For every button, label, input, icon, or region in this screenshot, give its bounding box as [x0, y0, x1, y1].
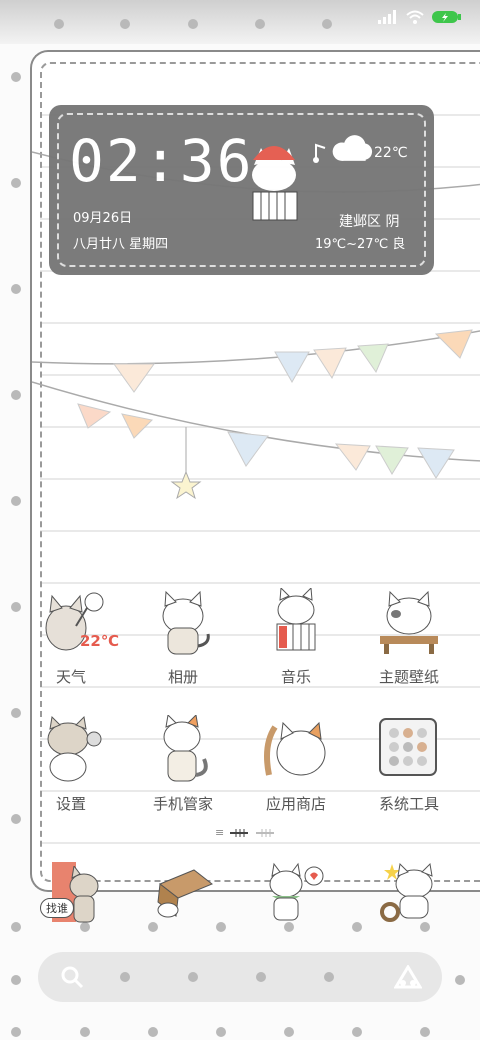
- app-label: 设置: [55, 795, 86, 813]
- cat-accordion-icon: [252, 146, 298, 221]
- app-gallery[interactable]: 相册: [128, 588, 238, 687]
- dock-contacts[interactable]: 找谁: [40, 862, 102, 926]
- cat-themes-icon: [380, 590, 438, 654]
- menu-lines-icon: ≡: [215, 826, 225, 839]
- search-bar[interactable]: [38, 952, 442, 1002]
- weather-temperature: 22℃: [374, 145, 408, 161]
- cat-box-icon: [157, 869, 213, 918]
- dock-camera[interactable]: [380, 862, 440, 926]
- app-themes[interactable]: 主题壁纸: [354, 588, 464, 687]
- weather-range: 19℃~27℃ 良: [315, 237, 406, 252]
- search-icon[interactable]: [60, 965, 84, 989]
- app-label: 主题壁纸: [378, 668, 439, 686]
- clock-weather-widget[interactable]: 02:36 09月26日 八月廿八 星期四 22℃ 建邺区 阴 19℃~27℃ …: [49, 105, 434, 275]
- app-weather[interactable]: 22℃ 天气: [16, 588, 126, 687]
- app-label: 系统工具: [378, 795, 439, 813]
- cat-app-store-icon: [264, 721, 326, 776]
- app-system-tools[interactable]: 系统工具: [354, 715, 464, 814]
- clock-date: 09月26日: [73, 211, 133, 226]
- system-tools-folder-icon: [379, 718, 437, 776]
- weather-badge: 22℃: [80, 632, 120, 650]
- fishbone-page-icon: [256, 828, 275, 837]
- app-music[interactable]: 音乐: [241, 586, 351, 687]
- page-indicator[interactable]: ≡: [215, 826, 276, 839]
- fishbone-current-page-icon: [230, 828, 249, 837]
- cat-star-icon: [380, 862, 433, 922]
- status-bar: [0, 0, 480, 44]
- cat-contacts-icon: [69, 866, 99, 923]
- lunar-date: 八月廿八 星期四: [73, 237, 169, 252]
- cloudy-weather-icon: [332, 135, 373, 161]
- dock-browser[interactable]: [266, 862, 326, 928]
- app-label: 音乐: [280, 668, 311, 686]
- app-phone-manager[interactable]: 手机管家: [128, 713, 238, 814]
- battery-icon: [432, 11, 461, 23]
- signal-icon: [378, 10, 396, 24]
- wifi-icon: [406, 10, 424, 24]
- cat-phone-manager-icon: [163, 713, 208, 782]
- dock-contacts-label: 找谁: [40, 898, 74, 918]
- app-label: 应用商店: [265, 795, 326, 813]
- app-store[interactable]: 应用商店: [241, 715, 351, 814]
- music-note-icon: [313, 143, 326, 163]
- cat-heart-icon: [269, 862, 324, 921]
- weather-location: 建邺区 阴: [339, 214, 400, 230]
- app-label: 手机管家: [152, 795, 213, 813]
- cat-settings-icon: [47, 715, 102, 782]
- voice-assistant-icon[interactable]: [394, 965, 422, 989]
- cat-gallery-icon: [162, 590, 210, 655]
- app-settings[interactable]: 设置: [16, 715, 126, 814]
- cat-music-icon: [276, 586, 316, 651]
- app-label: 天气: [55, 668, 86, 686]
- dock-messages[interactable]: [154, 864, 214, 924]
- clock-time[interactable]: 02:36: [69, 127, 254, 195]
- app-label: 相册: [167, 668, 198, 686]
